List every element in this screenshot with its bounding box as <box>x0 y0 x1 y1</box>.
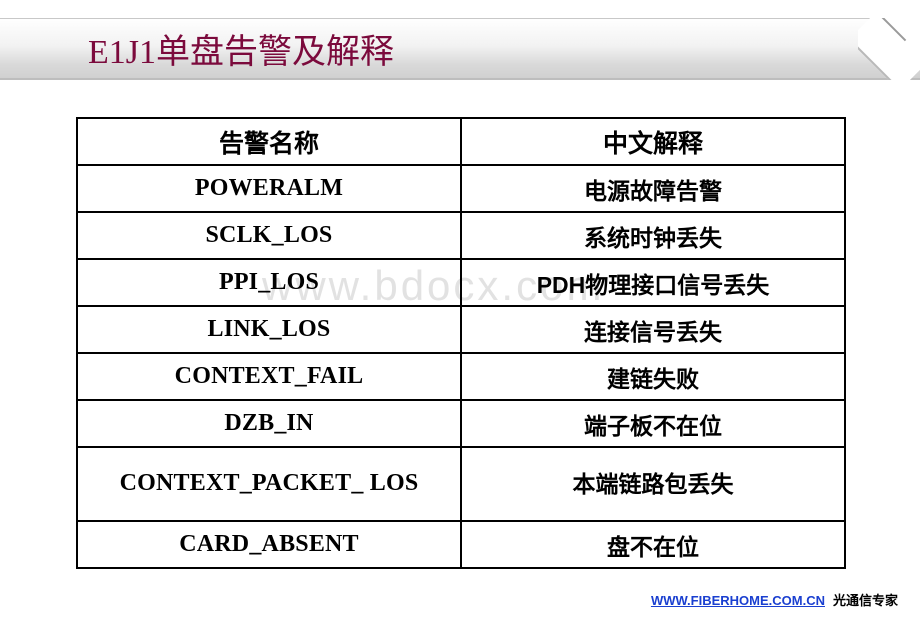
cell-alarm-name: CONTEXT_FAIL <box>76 352 462 401</box>
header-bottom-rule <box>0 78 920 80</box>
table-row: CONTEXT_FAIL 建链失败 <box>76 352 846 401</box>
cell-description: 盘不在位 <box>460 520 846 569</box>
cell-description: 建链失败 <box>460 352 846 401</box>
cell-alarm-name: CONTEXT_PACKET_ LOS <box>76 446 462 522</box>
table-row: PPI_LOS PDH物理接口信号丢失 <box>76 258 846 307</box>
table-body: POWERALM 电源故障告警 SCLK_LOS 系统时钟丢失 PPI_LOS … <box>76 164 846 569</box>
table-row: LINK_LOS 连接信号丢失 <box>76 305 846 354</box>
column-header-alarm-name: 告警名称 <box>76 117 462 166</box>
table-row: CARD_ABSENT 盘不在位 <box>76 520 846 569</box>
cell-description: 连接信号丢失 <box>460 305 846 354</box>
footer-website-link[interactable]: WWW.FIBERHOME.COM.CN <box>651 593 825 608</box>
cell-description: 本端链路包丢失 <box>460 446 846 522</box>
alarm-table: 告警名称 中文解释 POWERALM 电源故障告警 SCLK_LOS 系统时钟丢… <box>76 117 846 569</box>
cell-description: PDH物理接口信号丢失 <box>460 258 846 307</box>
footer: WWW.FIBERHOME.COM.CN 光通信专家 <box>651 590 898 609</box>
column-header-description: 中文解释 <box>460 117 846 166</box>
footer-slogan: 光通信专家 <box>832 593 898 608</box>
table-row: CONTEXT_PACKET_ LOS 本端链路包丢失 <box>76 446 846 522</box>
cell-alarm-name: PPI_LOS <box>76 258 462 307</box>
cell-description: 端子板不在位 <box>460 399 846 448</box>
corner-triangle-shape <box>858 18 920 80</box>
cell-description: 电源故障告警 <box>460 164 846 213</box>
header-corner-decoration <box>858 18 920 80</box>
table-row: POWERALM 电源故障告警 <box>76 164 846 213</box>
table-row: DZB_IN 端子板不在位 <box>76 399 846 448</box>
cell-alarm-name: DZB_IN <box>76 399 462 448</box>
table-header-row: 告警名称 中文解释 <box>76 117 846 166</box>
cell-alarm-name: LINK_LOS <box>76 305 462 354</box>
table-row: SCLK_LOS 系统时钟丢失 <box>76 211 846 260</box>
cell-alarm-name: SCLK_LOS <box>76 211 462 260</box>
cell-alarm-name: CARD_ABSENT <box>76 520 462 569</box>
header-top-rule <box>0 18 920 19</box>
cell-alarm-name: POWERALM <box>76 164 462 213</box>
cell-description: 系统时钟丢失 <box>460 211 846 260</box>
page-title: E1J1单盘告警及解释 <box>88 34 394 71</box>
